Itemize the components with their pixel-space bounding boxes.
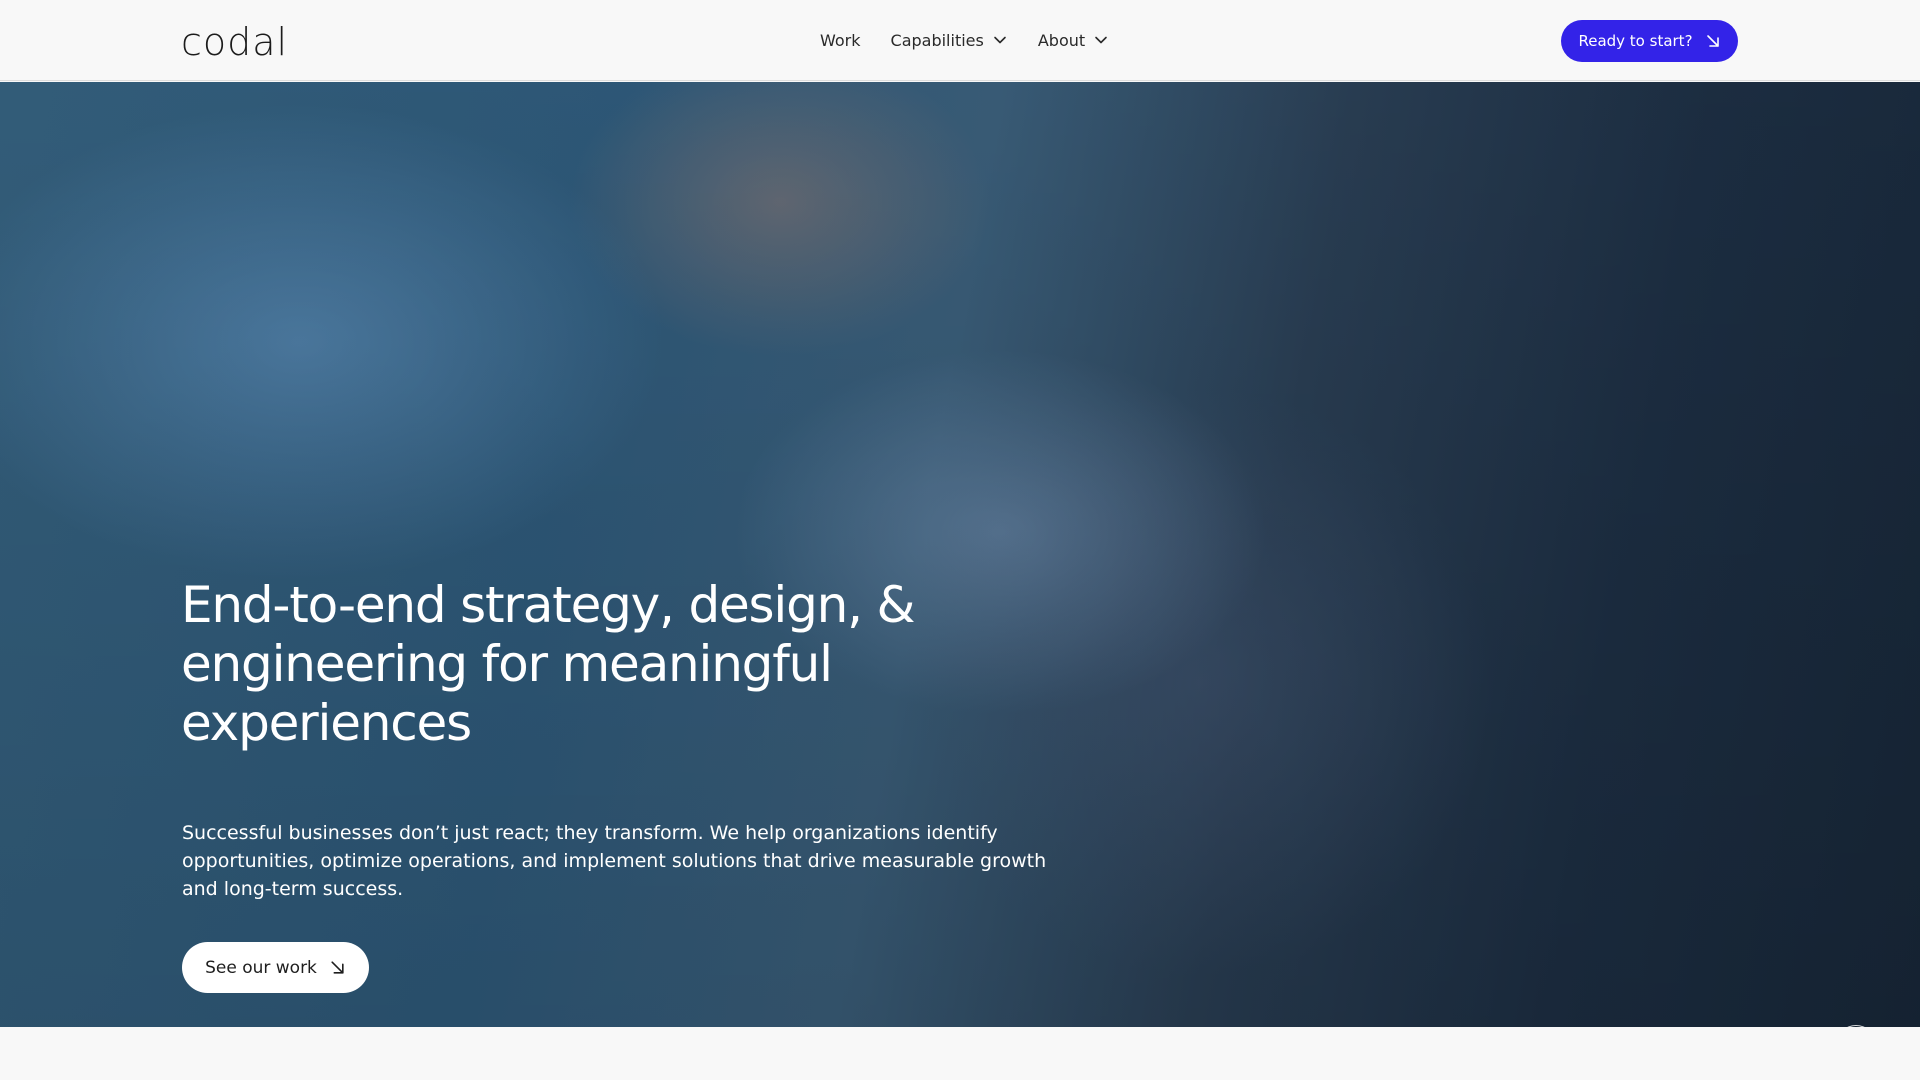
- main-nav: Work Capabilities About: [820, 26, 1109, 54]
- hero-section: End-to-end strategy, design, & engineeri…: [0, 82, 1920, 1027]
- hero-description: Successful businesses don’t just react; …: [182, 822, 1047, 900]
- nav-item-work[interactable]: Work: [820, 26, 861, 54]
- nav-item-about[interactable]: About: [1038, 26, 1109, 54]
- arrow-down-right-icon: [1706, 35, 1719, 47]
- nav-item-capabilities[interactable]: Capabilities: [891, 26, 1008, 54]
- cta-label: Ready to start?: [1578, 32, 1693, 50]
- site-header: codal Work Capabilities About Ready to s…: [0, 0, 1920, 81]
- ready-to-start-button[interactable]: Ready to start?: [1561, 20, 1738, 62]
- nav-item-label: Capabilities: [890, 30, 984, 50]
- chevron-down-icon: [994, 36, 1006, 44]
- chevron-down-icon: [1095, 36, 1107, 44]
- see-our-work-button[interactable]: See our work: [182, 942, 369, 993]
- button-label: See our work: [205, 957, 317, 978]
- nav-item-label: Work: [820, 30, 861, 50]
- logo[interactable]: codal: [181, 18, 288, 66]
- arrow-down-right-icon: [331, 961, 344, 974]
- nav-item-label: About: [1037, 30, 1086, 50]
- hero-title: End-to-end strategy, design, & engineeri…: [181, 576, 915, 752]
